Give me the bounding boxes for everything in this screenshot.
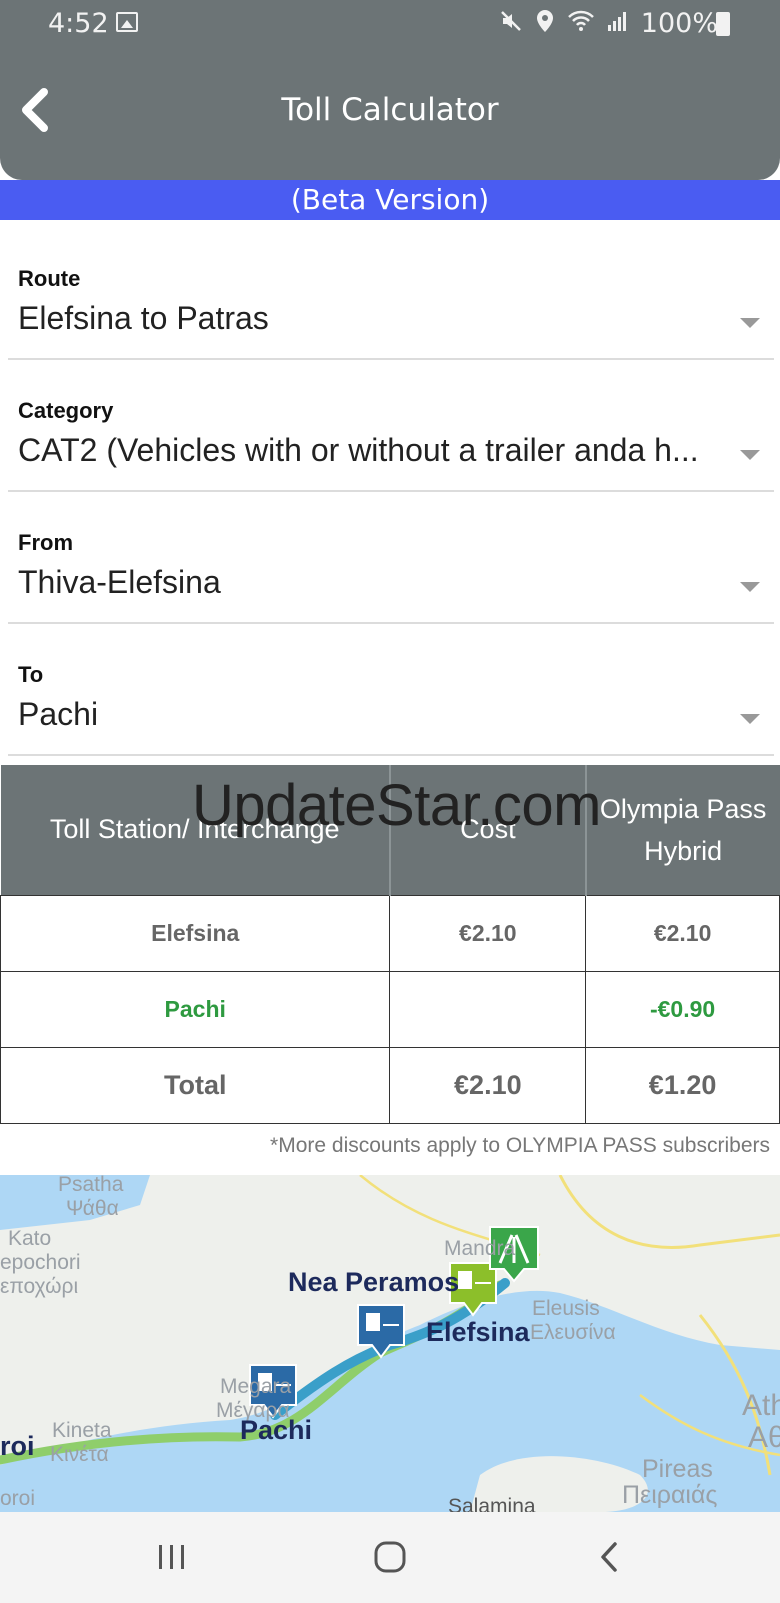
back-icon <box>601 1542 617 1572</box>
wifi-icon <box>567 9 595 39</box>
station-cell: Pachi <box>0 970 391 1048</box>
map-label: Eleusis <box>532 1297 600 1320</box>
location-icon <box>535 9 555 39</box>
map-label: Psatha <box>58 1175 124 1196</box>
cost-cell <box>389 970 587 1048</box>
recent-apps-icon <box>159 1545 184 1569</box>
olympia-cell: -€0.90 <box>585 970 780 1048</box>
system-nav-bar <box>0 1512 780 1603</box>
dropdown-arrow-icon <box>740 582 760 592</box>
to-select[interactable]: To Pachi <box>8 626 774 756</box>
app-header: 4:52 100% Toll Calculator <box>0 0 780 180</box>
map-label: Κινέτα <box>50 1443 109 1466</box>
status-icons: 100% <box>499 8 718 39</box>
recent-apps-button[interactable] <box>142 1532 202 1582</box>
map-label: εποχώρι <box>0 1275 79 1298</box>
cost-cell: €2.10 <box>389 1046 587 1124</box>
home-icon <box>374 1541 406 1573</box>
column-header-olympia: Olympia Pass Hybrid <box>584 765 780 895</box>
category-select[interactable]: Category CAT2 (Vehicles with or without … <box>8 362 774 492</box>
table-row: Pachi -€0.90 <box>0 970 780 1048</box>
route-map[interactable]: Psatha Ψάθα Kato epochori εποχώρι Mandra… <box>0 1175 780 1512</box>
category-label: Category <box>18 398 114 423</box>
map-city-label: Elefsina <box>426 1317 530 1347</box>
map-label: Pireas <box>642 1455 713 1483</box>
image-notification-icon <box>116 12 138 32</box>
battery-icon <box>716 12 730 36</box>
system-back-button[interactable] <box>580 1532 640 1582</box>
to-label: To <box>18 662 44 687</box>
map-label: Πειραιάς <box>622 1481 718 1509</box>
map-label: Ελευσίνα <box>530 1321 616 1344</box>
table-total-row: Total €2.10 €1.20 <box>0 1046 780 1124</box>
map-label: Kato <box>8 1227 52 1250</box>
mute-icon <box>499 9 523 39</box>
station-cell: Elefsina <box>0 894 391 972</box>
page-title: Toll Calculator <box>281 92 499 128</box>
map-label: Αθ <box>748 1421 780 1454</box>
from-label: From <box>18 530 73 555</box>
route-select[interactable]: Route Elefsina to Patras <box>8 230 774 360</box>
olympia-cell: €2.10 <box>585 894 780 972</box>
map-label: Salamina <box>448 1495 536 1512</box>
home-button[interactable] <box>360 1532 420 1582</box>
discount-note: *More discounts apply to OLYMPIA PASS su… <box>270 1134 770 1157</box>
from-value: Thiva-Elefsina <box>18 564 221 600</box>
map-label: oroi <box>0 1487 36 1510</box>
map-label: Kineta <box>52 1419 112 1442</box>
table-row: Elefsina €2.10 €2.10 <box>0 894 780 972</box>
to-value: Pachi <box>18 696 99 732</box>
from-select[interactable]: From Thiva-Elefsina <box>8 494 774 624</box>
signal-icon <box>607 10 629 38</box>
map-label: roi <box>0 1431 35 1461</box>
olympia-cell: €1.20 <box>585 1046 780 1124</box>
watermark: UpdateStar.com <box>192 773 601 838</box>
map-label: Megara <box>220 1375 292 1398</box>
dropdown-arrow-icon <box>740 450 760 460</box>
map-label: epochori <box>0 1251 81 1274</box>
station-cell: Total <box>0 1046 391 1124</box>
dropdown-arrow-icon <box>740 714 760 724</box>
map-label: Ath <box>742 1389 780 1422</box>
category-value: CAT2 (Vehicles with or without a trailer… <box>18 432 699 468</box>
cost-cell: €2.10 <box>389 894 587 972</box>
dropdown-arrow-icon <box>740 318 760 328</box>
map-label: Mandra <box>444 1237 516 1260</box>
route-value: Elefsina to Patras <box>18 300 269 336</box>
beta-banner: (Beta Version) <box>0 180 780 220</box>
route-label: Route <box>18 266 81 291</box>
status-bar: 4:52 100% <box>0 0 780 48</box>
status-time: 4:52 <box>48 8 109 39</box>
battery-percent: 100% <box>640 8 718 39</box>
map-city-label: Nea Peramos <box>288 1267 460 1297</box>
map-city-label: Pachi <box>240 1415 313 1445</box>
map-label: Ψάθα <box>66 1197 119 1220</box>
